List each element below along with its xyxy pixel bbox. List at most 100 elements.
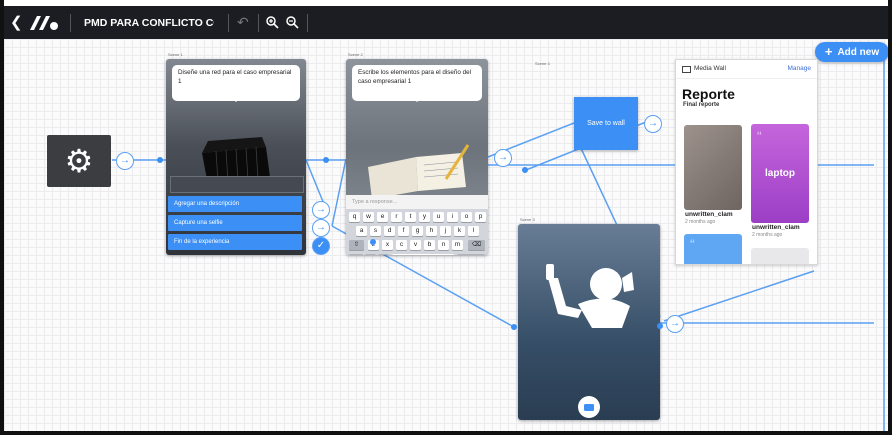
scene1-option3-port[interactable]: ✓	[312, 237, 330, 255]
connection-point	[323, 157, 329, 163]
option-add-description[interactable]: Agregar una descripción	[168, 196, 302, 212]
zoom-in-icon[interactable]	[266, 16, 279, 29]
connection-point	[157, 157, 163, 163]
media-item-time: 2 months ago	[685, 219, 716, 225]
shift-key-icon[interactable]: ⇧	[349, 240, 364, 250]
connection-point	[370, 239, 376, 245]
key-n[interactable]: n	[438, 240, 449, 250]
toolbar-divider	[228, 14, 229, 32]
key-w[interactable]: w	[363, 212, 374, 222]
save-to-wall-label: Save to wall	[587, 120, 625, 127]
option-capture-selfie[interactable]: Capture una selfie	[168, 215, 302, 231]
scene3-card[interactable]	[518, 224, 660, 420]
scene2-output-port[interactable]: →	[494, 149, 512, 167]
window-frame-bottom	[0, 431, 892, 435]
toolbar-divider	[307, 14, 308, 32]
scene1-option1-port[interactable]: →	[312, 201, 330, 219]
scene3-label: Scene 3	[520, 217, 535, 222]
key-o[interactable]: o	[461, 212, 472, 222]
media-wall-subtitle: Final reporte	[683, 102, 720, 108]
key-y[interactable]: y	[419, 212, 430, 222]
response-input[interactable]: Type a response...	[346, 195, 488, 209]
key-g[interactable]: g	[412, 226, 423, 236]
key-h[interactable]: h	[426, 226, 437, 236]
app-logo-icon[interactable]	[28, 13, 62, 33]
start-output-port[interactable]: →	[116, 152, 134, 170]
media-tile-photo[interactable]	[684, 125, 742, 210]
connection-point	[511, 324, 517, 330]
quote-icon: “	[757, 128, 762, 144]
media-item-name: unwritten_clam	[752, 224, 800, 231]
media-item-text: laptop	[765, 168, 795, 179]
save-output-port[interactable]: →	[644, 115, 662, 133]
onscreen-keyboard: q w e r t y u i o p a s d f g h j k l ⇧ …	[346, 209, 488, 255]
key-j[interactable]: j	[440, 226, 451, 236]
scene1-option2-port[interactable]: →	[312, 219, 330, 237]
key-m[interactable]: m	[452, 240, 463, 250]
return-key[interactable]: return	[457, 254, 485, 255]
key-s[interactable]: s	[370, 226, 381, 236]
key-e[interactable]: e	[377, 212, 388, 222]
key-v[interactable]: v	[410, 240, 421, 250]
scene1-label: Scene 1	[168, 52, 183, 57]
media-tile-partial[interactable]	[751, 248, 809, 264]
scene2-prompt: Escribe los elementos para el diseño del…	[352, 65, 482, 102]
mic-key-icon[interactable]: 🎙	[378, 254, 389, 255]
key-f[interactable]: f	[398, 226, 409, 236]
plus-icon: +	[824, 44, 833, 59]
window-frame-right	[888, 0, 892, 435]
notebook-image	[368, 144, 470, 197]
undo-icon[interactable]: ↶	[237, 14, 249, 31]
key-x[interactable]: x	[382, 240, 393, 250]
media-tile-partial[interactable]: “	[684, 234, 742, 264]
key-k[interactable]: k	[454, 226, 465, 236]
scene3-output-port[interactable]: →	[666, 315, 684, 333]
backspace-key-icon[interactable]: ⌫	[468, 240, 485, 250]
globe-key-icon[interactable]: ◎	[365, 254, 376, 255]
scene2-card[interactable]: Escribe los elementos para el diseño del…	[346, 59, 488, 255]
manage-link[interactable]: Manage	[788, 65, 812, 72]
scene2-label: Scene 2	[348, 52, 363, 57]
quote-icon: “	[690, 236, 695, 252]
selfie-icon	[546, 264, 634, 328]
key-t[interactable]: t	[405, 212, 416, 222]
media-wall-panel[interactable]: Media Wall Manage Reporte Final reporte …	[675, 59, 818, 265]
key-b[interactable]: b	[424, 240, 435, 250]
media-wall-header: Media Wall Manage	[676, 60, 817, 79]
key-l[interactable]: l	[468, 226, 479, 236]
key-q[interactable]: q	[349, 212, 360, 222]
toolbar-divider	[70, 14, 71, 32]
space-key[interactable]: space	[392, 254, 454, 255]
key-p[interactable]: p	[475, 212, 486, 222]
chevron-left-icon[interactable]: ❮	[10, 13, 23, 31]
camera-icon	[584, 403, 594, 411]
numbers-key[interactable]: 123	[349, 254, 363, 255]
key-r[interactable]: r	[391, 212, 402, 222]
media-item-name: unwritten_clam	[685, 211, 733, 218]
add-new-button[interactable]: + Add new	[815, 42, 888, 62]
key-a[interactable]: a	[356, 226, 367, 236]
scene1-card[interactable]: Diseñe una red para el caso empresarial …	[166, 59, 306, 255]
toolbar-divider	[258, 14, 259, 32]
zoom-out-icon[interactable]	[286, 16, 299, 29]
media-wall-title: Reporte	[682, 86, 735, 102]
project-title[interactable]: PMD PARA CONFLICTO CO	[84, 17, 214, 29]
option-end-experience[interactable]: Fin de la experiencia	[168, 234, 302, 250]
media-tile-text[interactable]: “ laptop	[751, 124, 809, 223]
add-new-label: Add new	[837, 46, 880, 58]
flow-canvas[interactable]: + Add new ⚙ → Scene 1 Diseñe una red par…	[4, 39, 888, 431]
media-wall-icon	[682, 66, 691, 73]
key-c[interactable]: c	[396, 240, 407, 250]
scene4-label: Scene 4	[535, 61, 550, 66]
camera-button[interactable]	[578, 396, 600, 418]
top-toolbar: ❮ PMD PARA CONFLICTO CO ↶	[4, 6, 888, 39]
start-node[interactable]: ⚙	[47, 135, 111, 187]
scene1-prompt: Diseñe una red para el caso empresarial …	[172, 65, 300, 102]
key-u[interactable]: u	[433, 212, 444, 222]
connection-point	[522, 167, 528, 173]
gear-icon: ⚙	[64, 143, 94, 179]
key-d[interactable]: d	[384, 226, 395, 236]
save-to-wall-node[interactable]: Save to wall	[574, 97, 638, 150]
media-item-time: 2 months ago	[752, 232, 783, 238]
key-i[interactable]: i	[447, 212, 458, 222]
